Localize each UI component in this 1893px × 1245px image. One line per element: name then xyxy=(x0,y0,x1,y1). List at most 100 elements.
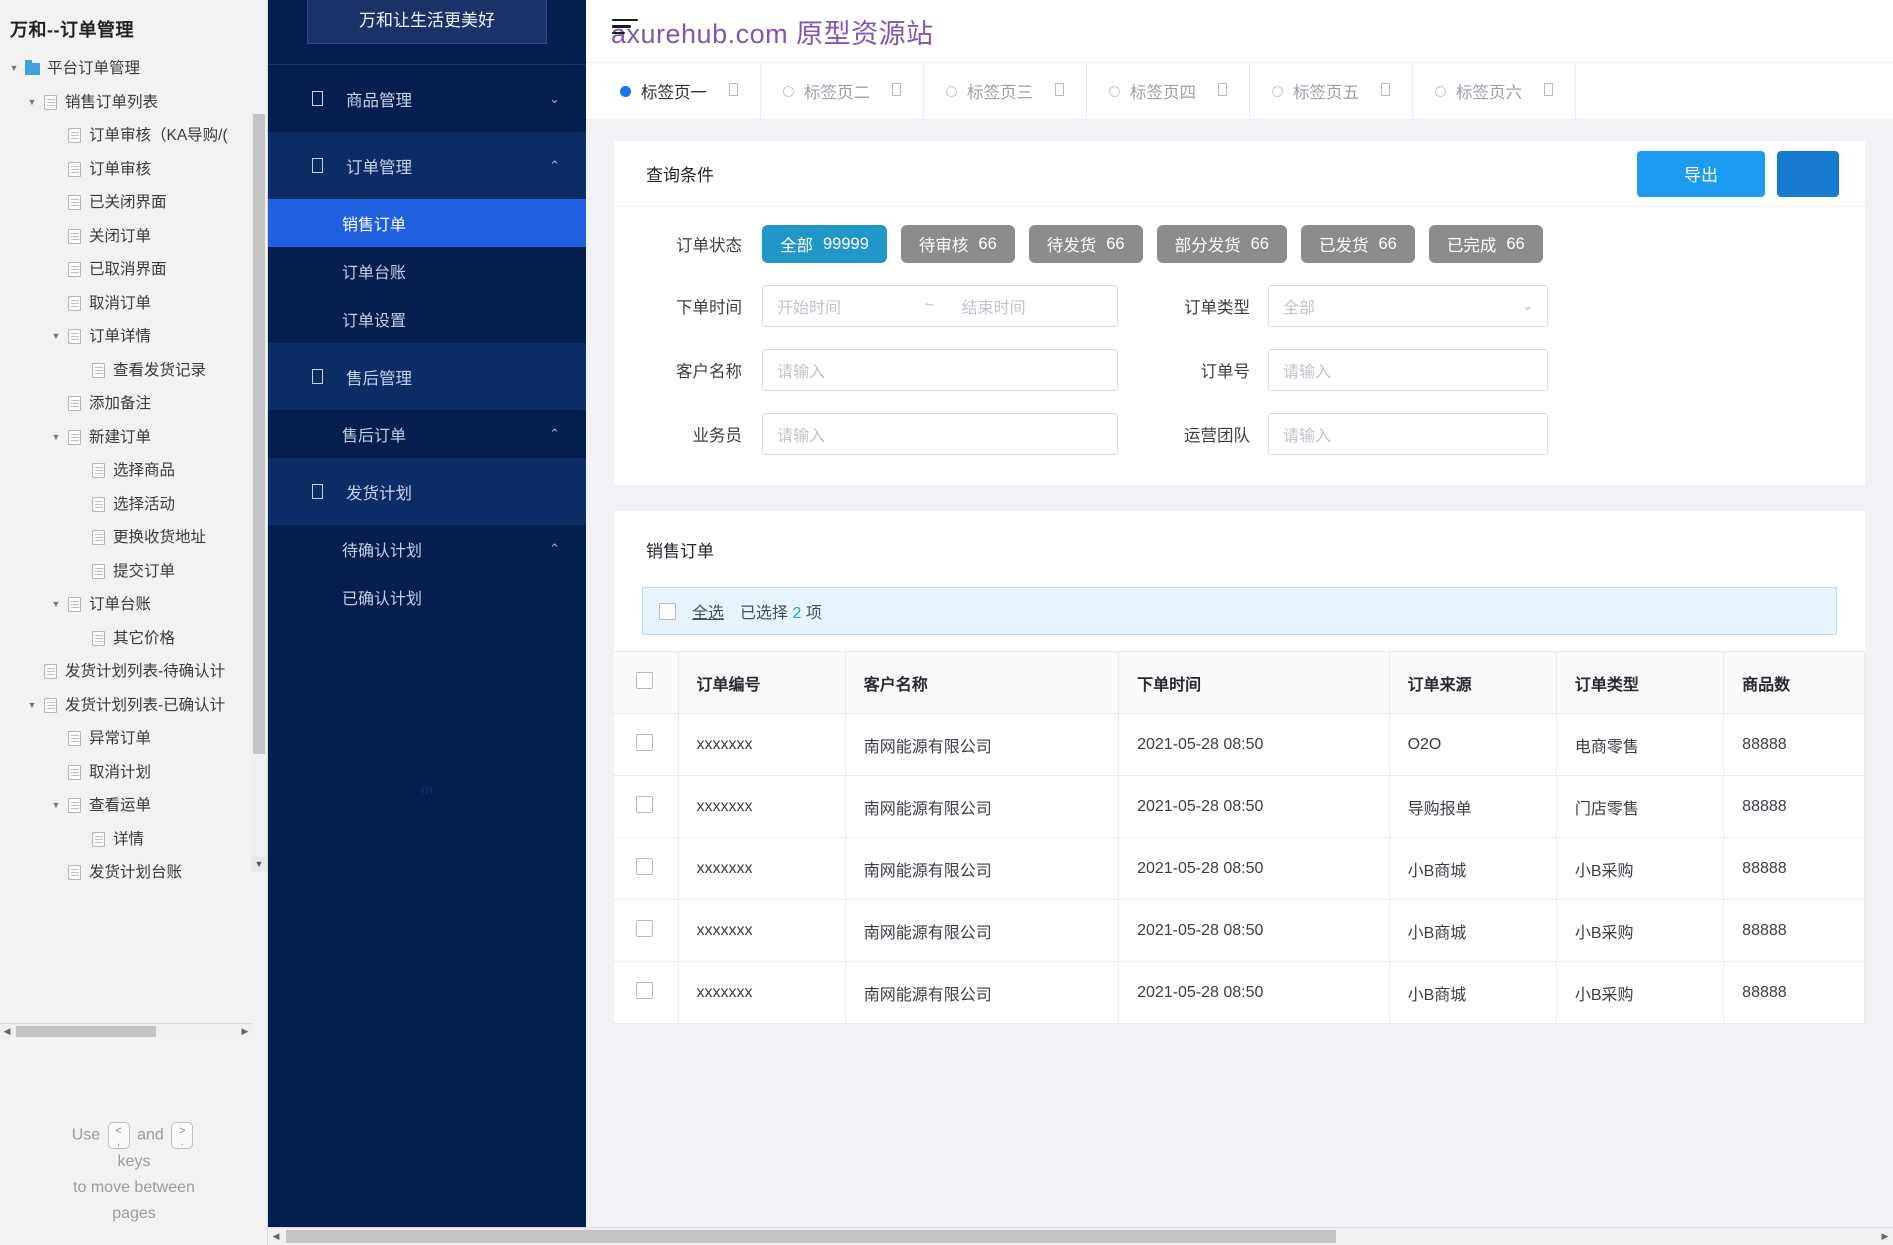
chevron-up-icon[interactable]: ⌃ xyxy=(549,426,560,442)
tree-scroll-right-icon[interactable]: ▶ xyxy=(238,1026,252,1037)
tree-vertical-scrollbar[interactable]: ▼ xyxy=(251,114,267,872)
tree-item[interactable]: ▼详情 xyxy=(0,823,267,857)
close-icon[interactable] xyxy=(1359,82,1390,100)
tree-item[interactable]: ▼更换收货地址 xyxy=(0,521,267,555)
select-all-label[interactable]: 全选 xyxy=(692,599,724,623)
caret-down-icon[interactable]: ▼ xyxy=(48,600,64,609)
table-row[interactable]: xxxxxxx 南网能源有限公司 2021-05-28 08:50 O2O 电商零售 88… xyxy=(614,713,1865,776)
date-start-placeholder[interactable]: 开始时间 xyxy=(777,294,918,318)
row-checkbox[interactable] xyxy=(636,919,653,937)
close-icon[interactable] xyxy=(1522,82,1553,100)
caret-down-icon[interactable]: ▼ xyxy=(48,432,64,442)
date-end-placeholder[interactable]: 结束时间 xyxy=(940,294,1103,318)
tree-item[interactable]: ▼订单审核 xyxy=(0,153,267,187)
tab-item[interactable]: 标签页三 xyxy=(924,63,1087,119)
page-scroll-left-icon[interactable]: ◀ xyxy=(268,1231,284,1242)
tree-scroll-left-icon[interactable]: ◀ xyxy=(0,1026,14,1037)
page-hscroll-thumb[interactable] xyxy=(286,1230,1336,1243)
tree-item[interactable]: ▼其它价格 xyxy=(0,622,267,656)
tree-item[interactable]: ▼提交订单 xyxy=(0,555,267,589)
tab-item[interactable]: 标签页二 xyxy=(761,63,924,119)
tree-item[interactable]: ▼ 销售订单列表 xyxy=(0,86,267,120)
tree-item[interactable]: ▼ 发货计划台账 xyxy=(0,856,267,890)
order-no-input[interactable]: 请输入 xyxy=(1268,349,1548,391)
status-pill[interactable]: 已完成 66 xyxy=(1428,225,1543,263)
close-icon[interactable] xyxy=(1033,82,1064,100)
tab-item[interactable]: 标签页六 xyxy=(1413,63,1576,119)
order-type-select[interactable]: 全部 ⌄ xyxy=(1268,285,1548,327)
status-pill[interactable]: 待发货 66 xyxy=(1028,225,1143,263)
table-row[interactable]: xxxxxxx 南网能源有限公司 2021-05-28 08:50 小B商城 小B采购 8… xyxy=(614,961,1865,1024)
nav-sub-item[interactable]: 待确认计划 ⌃ xyxy=(268,525,586,573)
tree-horizontal-scrollbar[interactable]: ◀ ▶ xyxy=(0,1023,252,1038)
status-pill[interactable]: 待审核 66 xyxy=(900,225,1015,263)
tree-item[interactable]: ▼关闭订单 xyxy=(0,220,267,254)
tree-item[interactable]: ▼查看发货记录 xyxy=(0,354,267,388)
status-pill[interactable]: 全部 99999 xyxy=(762,225,887,263)
close-icon[interactable] xyxy=(707,82,738,100)
row-checkbox[interactable] xyxy=(636,857,653,875)
tree-item[interactable]: ▼添加备注 xyxy=(0,387,267,421)
nav-sub-item[interactable]: 订单设置 xyxy=(268,295,586,343)
close-icon[interactable] xyxy=(870,82,901,100)
tree-item[interactable]: ▼ 订单详情 xyxy=(0,320,267,354)
tree-item[interactable]: ▼ 平台订单管理 xyxy=(0,52,267,86)
chevron-up-icon[interactable]: ⌃ xyxy=(549,541,560,557)
salesman-input[interactable]: 请输入 xyxy=(762,413,1118,455)
page-scroll-right-icon[interactable]: ▶ xyxy=(1877,1231,1893,1242)
extra-action-button[interactable] xyxy=(1777,150,1839,197)
team-input[interactable]: 请输入 xyxy=(1268,413,1548,455)
close-icon[interactable] xyxy=(1196,82,1227,100)
customer-name-input[interactable]: 请输入 xyxy=(762,349,1118,391)
tree-item[interactable]: ▼ 查看运单 xyxy=(0,789,267,823)
status-pill[interactable]: 已发货 66 xyxy=(1300,225,1415,263)
nav-group[interactable]: 发货计划 xyxy=(268,458,586,525)
tab-label: 标签页六 xyxy=(1456,84,1522,102)
tree-item[interactable]: ▼已取消界面 xyxy=(0,253,267,287)
row-checkbox[interactable] xyxy=(636,733,653,751)
row-checkbox[interactable] xyxy=(636,795,653,813)
tree-item[interactable]: ▼ 发货计划列表-已确认计 xyxy=(0,689,267,723)
nav-sub-item-active[interactable]: 销售订单 xyxy=(268,199,586,247)
tree-scroll-down-icon[interactable]: ▼ xyxy=(251,856,267,872)
nav-group[interactable]: 订单管理 ⌃ xyxy=(268,132,586,199)
tab-item[interactable]: 标签页一 xyxy=(586,63,761,119)
header-row-checkbox[interactable] xyxy=(636,671,653,689)
nav-sub-item[interactable]: 售后订单 ⌃ xyxy=(268,410,586,458)
row-checkbox[interactable] xyxy=(636,981,653,999)
nav-group[interactable]: 商品管理 ⌄ xyxy=(268,65,586,132)
tree-item[interactable]: ▼选择商品 xyxy=(0,454,267,488)
caret-down-icon[interactable]: ▼ xyxy=(48,801,64,810)
tree-item[interactable]: ▼ 订单台账 xyxy=(0,588,267,622)
tree-vscroll-thumb[interactable] xyxy=(253,114,265,754)
status-pill[interactable]: 部分发货 66 xyxy=(1156,225,1287,263)
table-row[interactable]: xxxxxxx 南网能源有限公司 2021-05-28 08:50 导购报单 门店零售 8… xyxy=(614,775,1865,838)
tree-item[interactable]: ▼ 新建订单 xyxy=(0,421,267,455)
nav-sub-item[interactable]: 订单台账 xyxy=(268,247,586,295)
tree-item[interactable]: ▼取消计划 xyxy=(0,756,267,790)
nav-group[interactable]: 售后管理 xyxy=(268,343,586,410)
select-all-checkbox[interactable] xyxy=(659,602,676,620)
tab-item[interactable]: 标签页四 xyxy=(1087,63,1250,119)
page-horizontal-scrollbar[interactable]: ◀ ▶ xyxy=(268,1227,1893,1245)
table-row[interactable]: xxxxxxx 南网能源有限公司 2021-05-28 08:50 小B商城 小B采购 8… xyxy=(614,899,1865,962)
row-select-cell xyxy=(614,775,679,838)
export-button[interactable]: 导出 xyxy=(1637,150,1765,197)
tab-item[interactable]: 标签页五 xyxy=(1250,63,1413,119)
tree-item[interactable]: ▼异常订单 xyxy=(0,722,267,756)
caret-down-icon[interactable]: ▼ xyxy=(48,332,64,341)
order-time-range-input[interactable]: 开始时间 ~ 结束时间 xyxy=(762,285,1118,327)
tree-item[interactable]: ▼订单审核（KA导购/( xyxy=(0,119,267,153)
tree-item[interactable]: ▼已关闭界面 xyxy=(0,186,267,220)
table-row[interactable]: xxxxxxx 南网能源有限公司 2021-05-28 08:50 小B商城 小B采购 8… xyxy=(614,837,1865,900)
chevron-down-icon[interactable]: ⌄ xyxy=(549,91,560,107)
tree-hscroll-thumb[interactable] xyxy=(16,1025,156,1037)
tree-item[interactable]: ▼选择活动 xyxy=(0,488,267,522)
nav-sub-item[interactable]: 已确认计划 xyxy=(268,573,586,621)
chevron-up-icon[interactable]: ⌃ xyxy=(549,158,560,174)
caret-down-icon[interactable]: ▼ xyxy=(24,700,40,710)
caret-down-icon[interactable]: ▼ xyxy=(24,97,40,107)
tree-item[interactable]: ▼取消订单 xyxy=(0,287,267,321)
caret-down-icon[interactable]: ▼ xyxy=(6,64,22,73)
tree-item[interactable]: ▼发货计划列表-待确认计 xyxy=(0,655,267,689)
